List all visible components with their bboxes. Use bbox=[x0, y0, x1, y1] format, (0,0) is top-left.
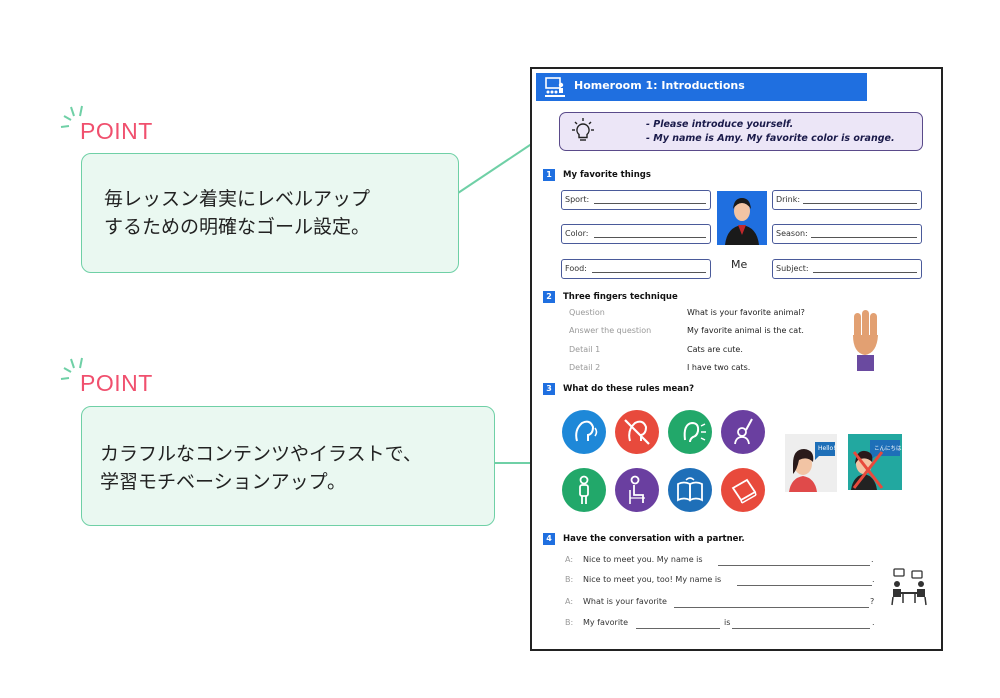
callout-text-line: 学習モチベーションアップ。 bbox=[100, 471, 347, 493]
food-field[interactable]: Food: bbox=[561, 259, 711, 279]
worksheet-page: Homeroom 1: Introductions - Please intro… bbox=[530, 67, 943, 651]
sit-down-icon bbox=[615, 468, 659, 512]
subject-field[interactable]: Subject: bbox=[772, 259, 922, 279]
no-japanese-icon bbox=[851, 440, 900, 490]
person-portrait-icon bbox=[725, 198, 759, 245]
goal-line: - Please introduce yourself. bbox=[646, 119, 794, 130]
section-title: Have the conversation with a partner. bbox=[563, 534, 745, 544]
listen-icon bbox=[668, 410, 712, 454]
point-callout-2: カラフルなコンテンツやイラストで、 学習モチベーションアップ。 bbox=[81, 406, 495, 526]
section-title: Three fingers technique bbox=[563, 292, 678, 302]
close-book-icon bbox=[721, 468, 765, 512]
stand-up-icon bbox=[562, 468, 606, 512]
avatar bbox=[717, 191, 767, 245]
goal-line: - My name is Amy. My favorite color is o… bbox=[646, 133, 895, 144]
season-field[interactable]: Season: bbox=[772, 224, 922, 244]
section-number: 3 bbox=[543, 383, 555, 395]
section-number: 4 bbox=[543, 533, 555, 545]
section-title: What do these rules mean? bbox=[563, 384, 695, 394]
callout-text-line: 毎レッスン着実にレベルアップ bbox=[104, 188, 371, 210]
point-callout-1: 毎レッスン着実にレベルアップ するための明確なゴール設定。 bbox=[81, 153, 459, 273]
worksheet-title: Homeroom 1: Introductions bbox=[574, 79, 745, 92]
japanese-greeting-illustration: こんにちは bbox=[848, 434, 902, 490]
worksheet-header: Homeroom 1: Introductions bbox=[536, 73, 867, 101]
section-title: My favorite things bbox=[563, 170, 651, 180]
callout-text-line: カラフルなコンテンツやイラストで、 bbox=[100, 443, 422, 465]
section-number: 2 bbox=[543, 291, 555, 303]
partner-conversation-icon bbox=[891, 568, 927, 606]
three-fingers-hand-icon bbox=[853, 310, 878, 371]
lightbulb-icon bbox=[572, 118, 594, 141]
color-field[interactable]: Color: bbox=[561, 224, 711, 244]
point-label: POINT bbox=[80, 370, 153, 396]
classroom-icon bbox=[545, 77, 565, 97]
section-number: 1 bbox=[543, 169, 555, 181]
lesson-goal-box: - Please introduce yourself. - My name i… bbox=[559, 112, 923, 151]
me-label: Me bbox=[731, 258, 748, 271]
sport-field[interactable]: Sport: bbox=[561, 190, 711, 210]
hello-bubble-text: Hello! bbox=[818, 445, 836, 452]
drink-field[interactable]: Drink: bbox=[772, 190, 922, 210]
callout-text-line: するための明確なゴール設定。 bbox=[104, 216, 371, 238]
raise-hand-icon bbox=[721, 410, 765, 454]
point-label: POINT bbox=[80, 118, 153, 144]
girl-talking-icon bbox=[789, 442, 835, 492]
hello-illustration: Hello! bbox=[785, 434, 837, 492]
speak-icon bbox=[562, 410, 606, 454]
no-talking-icon bbox=[615, 410, 659, 454]
open-book-icon bbox=[668, 468, 712, 512]
konnichiwa-bubble-text: こんにちは bbox=[874, 446, 902, 452]
